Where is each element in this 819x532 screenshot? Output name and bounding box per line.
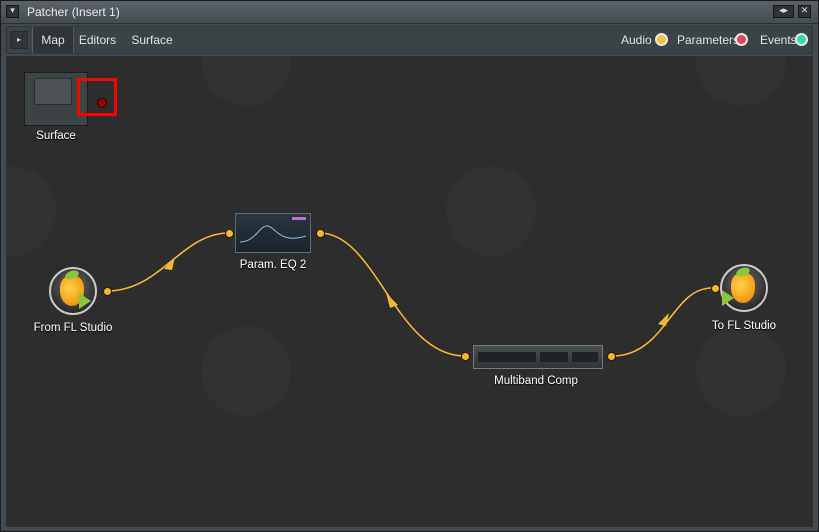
chevron-down-icon: ▾ — [10, 6, 15, 16]
to-fl-studio-node[interactable] — [720, 264, 768, 312]
window-title: Patcher (Insert 1) — [27, 5, 120, 19]
multiband-comp-label: Multiband Comp — [494, 375, 578, 387]
expand-button[interactable]: ▸ — [10, 31, 28, 49]
audio-cable[interactable] — [106, 232, 230, 292]
eq-input-port[interactable] — [225, 229, 234, 238]
tab-bar: ▸ Map Editors Surface Audio Parameters E… — [6, 26, 813, 54]
close-icon: ✕ — [800, 6, 809, 16]
arrows-icon: ◂▸ — [778, 6, 789, 16]
audio-cable[interactable] — [319, 232, 466, 357]
param-eq-label: Param. EQ 2 — [239, 259, 307, 271]
arrow-right-icon — [79, 293, 91, 309]
to-fl-input-port[interactable] — [711, 284, 720, 293]
detach-button[interactable]: ◂▸ — [773, 5, 794, 18]
events-dot-icon — [795, 33, 808, 46]
tab-editors[interactable]: Editors — [73, 27, 122, 53]
patcher-window: ▾ Patcher (Insert 1) ◂▸ ✕ ▸ Map Editors … — [0, 0, 819, 532]
fl-studio-logo-icon — [731, 273, 755, 303]
window-menu-button[interactable]: ▾ — [6, 5, 19, 18]
surface-thumbnail-icon — [34, 78, 72, 105]
legend-parameters-label: Parameters — [677, 33, 740, 47]
eq-output-port[interactable] — [316, 229, 325, 238]
legend-audio-label: Audio — [621, 33, 652, 47]
cables-layer — [106, 232, 713, 357]
comp-input-port[interactable] — [461, 352, 470, 361]
audio-dot-icon — [655, 33, 668, 46]
param-eq-node[interactable] — [235, 213, 311, 253]
comp-output-port[interactable] — [607, 352, 616, 361]
highlight-box — [77, 78, 117, 116]
close-button[interactable]: ✕ — [798, 5, 811, 18]
from-fl-studio-label: From FL Studio — [33, 322, 113, 334]
from-fl-studio-node[interactable] — [49, 267, 97, 315]
arrow-right-icon — [722, 290, 734, 306]
tab-surface[interactable]: Surface — [124, 27, 180, 53]
to-fl-studio-label: To FL Studio — [711, 320, 777, 332]
patch-map-canvas[interactable]: Surface From FL Studio Param. EQ 2 Multi… — [6, 56, 813, 527]
multiband-comp-thumbnail-icon — [478, 352, 598, 362]
surface-label: Surface — [36, 130, 76, 142]
parameters-dot-icon — [735, 33, 748, 46]
tab-map[interactable]: Map — [32, 27, 74, 53]
legend-events-label: Events — [760, 33, 797, 47]
from-fl-output-port[interactable] — [103, 287, 112, 296]
eq-curve-icon — [239, 217, 307, 243]
play-arrow-icon: ▸ — [16, 35, 21, 44]
multiband-comp-node[interactable] — [473, 345, 603, 369]
cable-arrow-icon — [164, 257, 175, 270]
title-bar[interactable]: ▾ Patcher (Insert 1) ◂▸ ✕ — [1, 1, 818, 24]
cable-arrow-icon — [658, 313, 669, 326]
